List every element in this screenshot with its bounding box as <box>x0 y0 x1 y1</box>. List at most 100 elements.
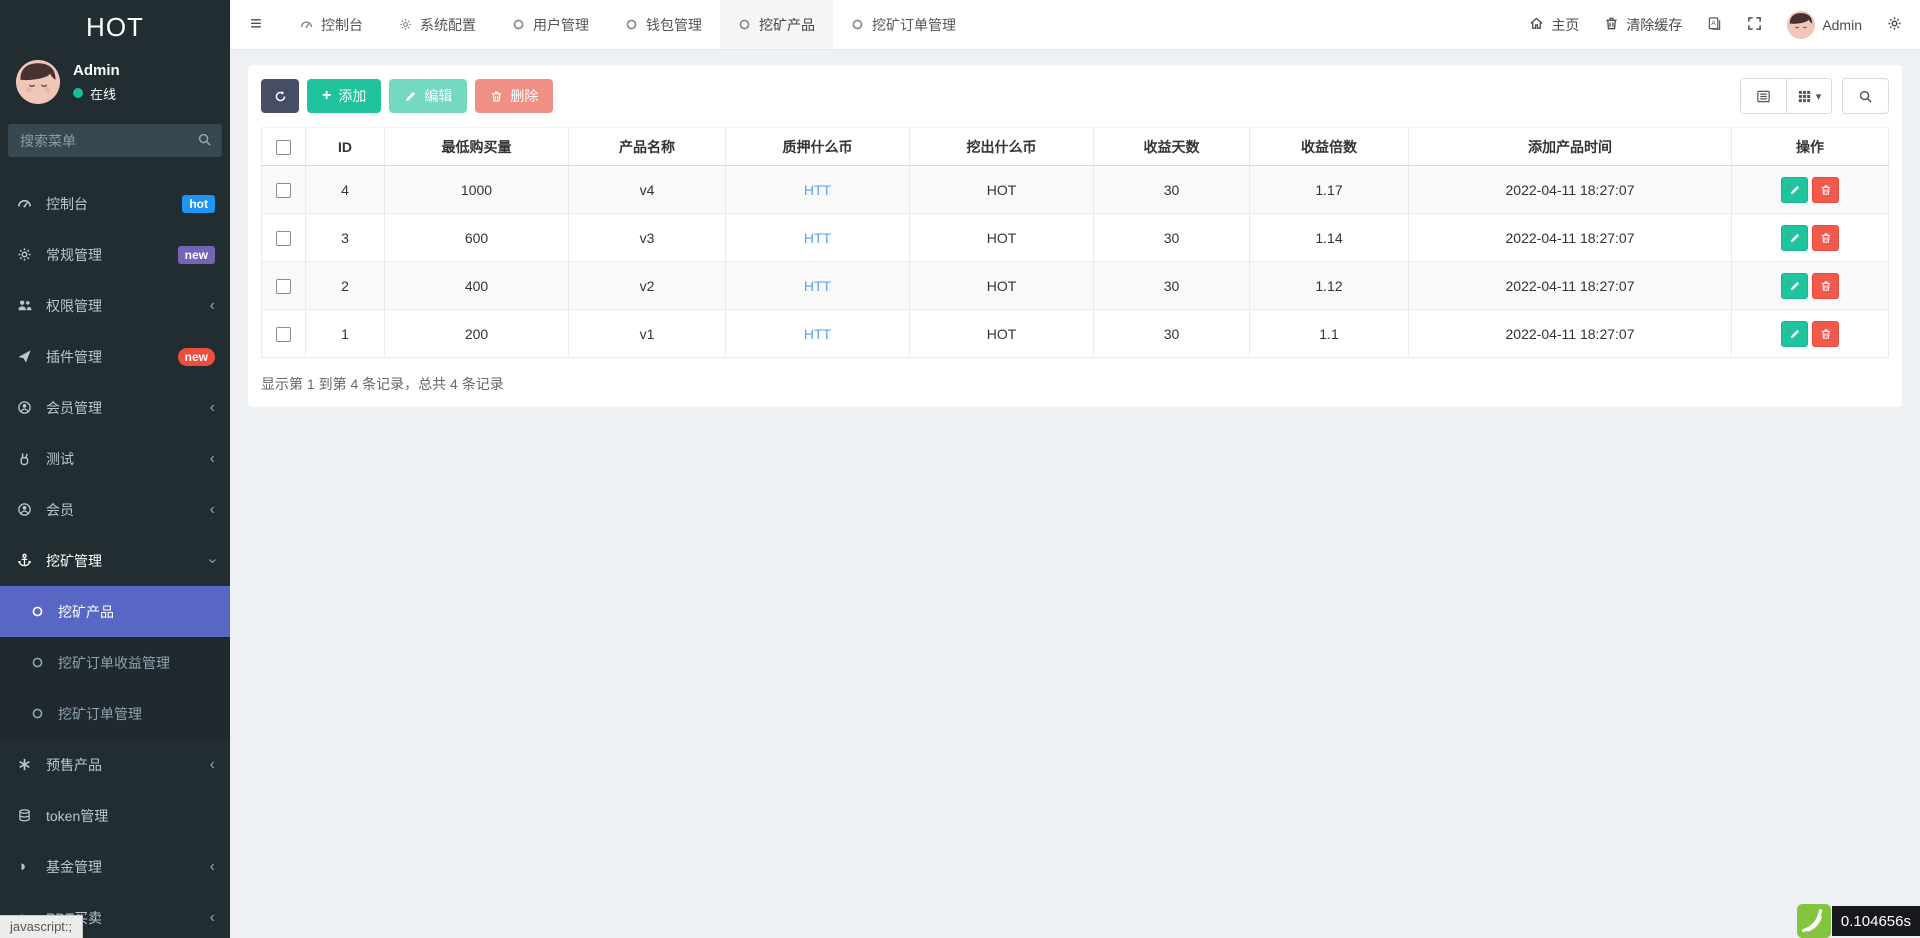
stake-coin-link[interactable]: HTT <box>804 230 831 246</box>
cell-add-time: 2022-04-11 18:27:07 <box>1409 214 1732 262</box>
columns-dropdown-button[interactable]: ▾ <box>1786 79 1831 113</box>
language-switch[interactable]: A <box>1707 16 1722 34</box>
sidebar-item-mining-product[interactable]: 挖矿产品 <box>0 586 230 637</box>
sidebar-item-test[interactable]: 测试‹ <box>0 433 230 484</box>
edit-row-button[interactable] <box>1781 225 1808 251</box>
sidebar-item-mining-order-profit[interactable]: 挖矿订单收益管理 <box>0 637 230 688</box>
row-checkbox[interactable] <box>276 327 291 342</box>
column-header-operate[interactable]: 操作 <box>1732 128 1889 166</box>
home-label: 主页 <box>1551 15 1579 35</box>
row-checkbox[interactable] <box>276 183 291 198</box>
edit-row-button[interactable] <box>1781 321 1808 347</box>
sidebar-item-member[interactable]: 会员‹ <box>0 484 230 535</box>
profile-menu[interactable]: Admin <box>1787 11 1862 39</box>
sidebar-item-label: 挖矿产品 <box>58 602 114 622</box>
tab-label: 挖矿订单管理 <box>872 15 956 35</box>
add-button[interactable]: +添加 <box>307 79 381 113</box>
cell-profit-days: 30 <box>1094 166 1250 214</box>
sidebar-item-auth[interactable]: 权限管理‹ <box>0 280 230 331</box>
table-panel: +添加 编辑 删除 ▾ ID最低购买量 <box>248 65 1902 407</box>
cell-profit-days: 30 <box>1094 310 1250 358</box>
clear-cache-label: 清除缓存 <box>1626 15 1682 35</box>
sidebar-item-label: 控制台 <box>46 194 88 214</box>
sidebar-item-presale[interactable]: 预售产品‹ <box>0 739 230 790</box>
column-header-profit-days[interactable]: 收益天数 <box>1094 128 1250 166</box>
sidebar-item-mining-manage[interactable]: 挖矿管理‹ <box>0 535 230 586</box>
exec-time-label: 0.104656s <box>1832 906 1920 936</box>
sidebar-item-fund[interactable]: ◑基金管理‹ <box>0 841 230 892</box>
edit-button[interactable]: 编辑 <box>389 79 467 113</box>
tab-label: 挖矿产品 <box>759 15 815 35</box>
edit-row-button[interactable] <box>1781 273 1808 299</box>
column-header-profit-multiple[interactable]: 收益倍数 <box>1250 128 1409 166</box>
home-link[interactable]: 主页 <box>1529 15 1579 35</box>
cell-product-name: v1 <box>569 310 726 358</box>
delete-button-label: 删除 <box>510 86 538 106</box>
column-header-mine-coin[interactable]: 挖出什么币 <box>910 128 1094 166</box>
sidebar-item-console[interactable]: 控制台hot <box>0 178 230 229</box>
sidebar-item-mining-order[interactable]: 挖矿订单管理 <box>0 688 230 739</box>
gears-icon <box>1887 16 1902 34</box>
tab-config[interactable]: 系统配置 <box>381 0 494 49</box>
sidebar-item-general[interactable]: 常规管理 new <box>0 229 230 280</box>
chevron-left-icon: ‹ <box>210 298 215 314</box>
table-row: 2400v2HTTHOT301.122022-04-11 18:27:07 <box>262 262 1889 310</box>
table-row: 1200v1HTTHOT301.12022-04-11 18:27:07 <box>262 310 1889 358</box>
sidebar: HOT Admin 在线 控制台hot常规管理new权限管理‹插件管理new会员… <box>0 0 230 938</box>
table-row: 3600v3HTTHOT301.142022-04-11 18:27:07 <box>262 214 1889 262</box>
column-header-min-buy[interactable]: 最低购买量 <box>385 128 569 166</box>
column-header-product-name[interactable]: 产品名称 <box>569 128 726 166</box>
table-search-button[interactable] <box>1843 79 1888 113</box>
search-toggle-group <box>1842 78 1889 114</box>
cell-product-name: v4 <box>569 166 726 214</box>
badge-new: new <box>178 246 215 264</box>
column-header-id[interactable]: ID <box>306 128 385 166</box>
column-header-stake-coin[interactable]: 质押什么币 <box>726 128 910 166</box>
tab-mining-order[interactable]: 挖矿订单管理 <box>833 0 974 49</box>
fullscreen-icon <box>1747 16 1762 34</box>
clear-cache-button[interactable]: 清除缓存 <box>1604 15 1682 35</box>
delete-row-button[interactable] <box>1812 225 1839 251</box>
sidebar-item-label: 常规管理 <box>46 245 102 265</box>
tab-user-manage[interactable]: 用户管理 <box>494 0 607 49</box>
sidebar-item-addon[interactable]: 插件管理new <box>0 331 230 382</box>
fullscreen-button[interactable] <box>1747 16 1762 34</box>
tab-mining-product[interactable]: 挖矿产品 <box>720 0 833 49</box>
gear-icon <box>17 247 46 262</box>
stake-coin-link[interactable]: HTT <box>804 182 831 198</box>
delete-button[interactable]: 删除 <box>475 79 553 113</box>
cell-id: 3 <box>306 214 385 262</box>
stake-coin-link[interactable]: HTT <box>804 326 831 342</box>
sidebar-item-label: 插件管理 <box>46 347 102 367</box>
circle-icon <box>31 605 58 618</box>
menu-toggle-icon[interactable]: ≡ <box>230 0 282 49</box>
refresh-button[interactable] <box>261 79 299 113</box>
cell-mine-coin: HOT <box>910 166 1094 214</box>
sidebar-item-token[interactable]: token管理 <box>0 790 230 841</box>
delete-row-button[interactable] <box>1812 177 1839 203</box>
column-header-add-time[interactable]: 添加产品时间 <box>1409 128 1732 166</box>
rocket-icon <box>17 349 46 364</box>
circle-icon <box>31 656 58 669</box>
sidebar-item-label: 预售产品 <box>46 755 102 775</box>
cell-id: 4 <box>306 166 385 214</box>
tab-console[interactable]: 控制台 <box>282 0 381 49</box>
sidebar-item-member-manage[interactable]: 会员管理‹ <box>0 382 230 433</box>
nav-tabs: 控制台系统配置用户管理钱包管理 挖矿产品 挖矿订单管理 <box>282 0 974 49</box>
delete-row-button[interactable] <box>1812 273 1839 299</box>
dashboard-icon <box>17 196 46 211</box>
tab-wallet-manage[interactable]: 钱包管理 <box>607 0 720 49</box>
list-view-button[interactable] <box>1741 79 1786 113</box>
stake-coin-link[interactable]: HTT <box>804 278 831 294</box>
delete-row-button[interactable] <box>1812 321 1839 347</box>
row-checkbox[interactable] <box>276 279 291 294</box>
menu-search-input[interactable] <box>8 124 222 157</box>
cell-min-buy: 200 <box>385 310 569 358</box>
settings-button[interactable] <box>1887 16 1902 34</box>
select-all-checkbox[interactable] <box>276 140 291 155</box>
cell-profit-multiple: 1.17 <box>1250 166 1409 214</box>
row-checkbox[interactable] <box>276 231 291 246</box>
user-circle-icon <box>17 400 46 415</box>
edit-row-button[interactable] <box>1781 177 1808 203</box>
main-content: +添加 编辑 删除 ▾ ID最低购买量 <box>230 50 1920 422</box>
